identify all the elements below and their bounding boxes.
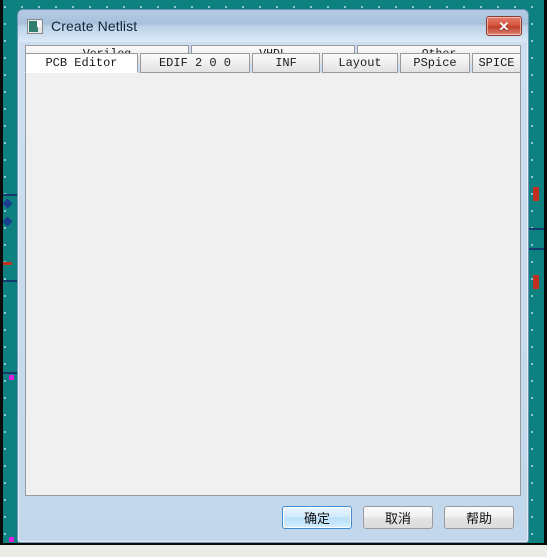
dialog-footer: 确定 取消 帮助 — [25, 500, 521, 534]
close-button[interactable]: ✕ — [486, 16, 522, 36]
tab-label: PCB Editor — [45, 56, 118, 70]
schematic-part — [533, 187, 539, 201]
tab-pcb-editor[interactable]: PCB Editor — [25, 53, 138, 73]
dialog-title: Create Netlist — [51, 18, 138, 34]
tab-edif-200[interactable]: EDIF 2 0 0 — [140, 53, 250, 73]
schematic-part — [533, 275, 539, 289]
window-document-icon — [27, 18, 43, 34]
tab-spice[interactable]: SPICE — [472, 53, 521, 73]
tab-label: Layout — [338, 56, 382, 70]
ok-button[interactable]: 确定 — [282, 505, 352, 529]
app-window-frame-left — [0, 0, 3, 547]
tab-inf[interactable]: INF — [252, 53, 320, 73]
tab-content-panel — [25, 73, 521, 496]
close-icon: ✕ — [498, 18, 510, 34]
schematic-node — [9, 375, 14, 380]
tab-label: EDIF 2 0 0 — [158, 56, 231, 70]
help-button-label: 帮助 — [465, 511, 492, 527]
tab-row-bottom: PCB Editor EDIF 2 0 0 INF Layout PSpice — [25, 53, 521, 73]
tab-pspice[interactable]: PSpice — [400, 53, 470, 73]
ok-button-label: 确定 — [303, 511, 330, 527]
app-window-bottom-strip — [0, 543, 547, 557]
create-netlist-dialog: Create Netlist ✕ Verilog VHDL Other — [17, 9, 529, 543]
tab-label: SPICE — [478, 56, 515, 70]
tab-label: INF — [275, 56, 297, 70]
cancel-button-label: 取消 — [384, 511, 411, 527]
dialog-body: Verilog VHDL Other PCB Editor EDIF 2 0 0 — [22, 42, 524, 538]
tab-layout[interactable]: Layout — [322, 53, 398, 73]
help-button[interactable]: 帮助 — [444, 505, 514, 529]
application-background: Create Netlist ✕ Verilog VHDL Other — [0, 0, 547, 557]
cancel-button[interactable]: 取消 — [363, 505, 433, 529]
schematic-node — [9, 537, 14, 542]
tab-label: PSpice — [413, 56, 457, 70]
dialog-titlebar[interactable]: Create Netlist ✕ — [18, 10, 528, 42]
